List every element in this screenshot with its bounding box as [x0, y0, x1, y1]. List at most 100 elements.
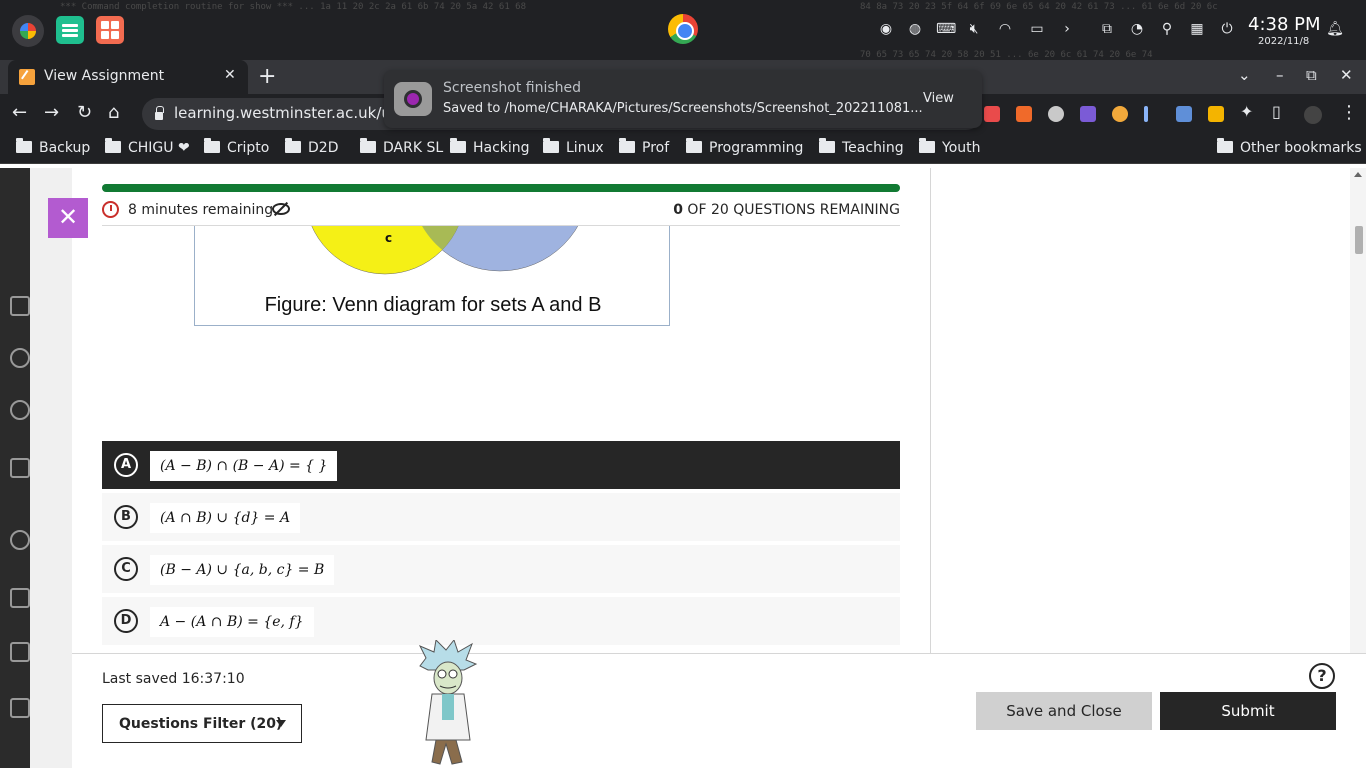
groups-icon[interactable] [10, 530, 30, 550]
option-letter: B [114, 505, 138, 529]
lock-icon[interactable] [155, 106, 164, 120]
chrome-menu-icon[interactable]: ⋮ [1340, 102, 1358, 123]
launcher-icon[interactable] [12, 15, 44, 47]
scroll-up-arrow-icon[interactable] [1354, 172, 1362, 177]
tab-view-assignment[interactable]: View Assignment ✕ [8, 60, 248, 94]
chrome-shelf-icon[interactable] [668, 14, 698, 44]
search-icon[interactable]: ⚲ [1158, 20, 1176, 38]
hide-timer-icon[interactable] [272, 203, 290, 215]
bookmark-folder[interactable]: Youth [919, 138, 981, 156]
reload-icon[interactable]: ↻ [77, 102, 92, 123]
background-terminal-text: 84 8a 73 20 23 5f 64 6f 69 6e 65 64 20 4… [860, 2, 1218, 12]
venn-figure: c Figure: Venn diagram for sets A and B [194, 226, 670, 326]
folder-icon [285, 138, 301, 153]
tray-chrome-icon[interactable]: ◍ [906, 20, 924, 38]
tray-m-icon[interactable]: ◉ [877, 20, 895, 38]
timer-icon [102, 201, 119, 218]
assignment-favicon-icon [19, 69, 35, 85]
answer-option-b[interactable]: B (A ∩ B) ∪ {d} = A [102, 493, 900, 541]
bookmark-folder[interactable]: DARK SL [360, 138, 443, 156]
battery-icon[interactable]: ▭ [1026, 20, 1048, 38]
option-text: (B − A) ∪ {a, b, c} = B [150, 555, 335, 585]
bookmark-label: Hacking [473, 140, 530, 156]
save-and-close-button[interactable]: Save and Close [976, 692, 1152, 730]
other-bookmarks-label: Other bookmarks [1240, 140, 1362, 156]
extension-dots-icon[interactable] [1208, 106, 1224, 122]
bookmark-folder[interactable]: Teaching [819, 138, 904, 156]
power-icon[interactable]: ⏻ [1218, 20, 1236, 38]
bookmark-folder[interactable]: Prof [619, 138, 670, 156]
notification-view-button[interactable]: View [923, 91, 954, 106]
extension-red-icon[interactable] [984, 106, 1000, 122]
forward-icon[interactable]: → [44, 102, 59, 123]
close-panel-button[interactable]: ✕ [48, 198, 88, 238]
bookmark-label: Cripto [227, 140, 270, 156]
caret-down-icon[interactable] [276, 720, 286, 727]
back-icon[interactable]: ← [12, 102, 27, 123]
answer-option-c[interactable]: C (B − A) ∪ {a, b, c} = B [102, 545, 900, 593]
bookmark-folder[interactable]: Backup [16, 138, 90, 156]
keyboard-icon[interactable]: ⌨ [936, 20, 956, 38]
bookmark-label: Prof [642, 140, 670, 156]
folder-icon [619, 138, 635, 153]
clock-time[interactable]: 4:38 PM [1248, 14, 1321, 35]
option-letter: C [114, 557, 138, 581]
cartoon-character-sticker [418, 640, 478, 765]
bookmark-folder[interactable]: Linux [543, 138, 604, 156]
other-bookmarks[interactable]: Other bookmarks [1217, 138, 1362, 156]
extensions-puzzle-icon[interactable]: ✦ [1240, 102, 1253, 121]
bookmark-folder[interactable]: Hacking [450, 138, 530, 156]
side-panel-icon[interactable]: ▯ [1272, 102, 1281, 121]
profile-avatar[interactable] [1304, 106, 1322, 124]
screenshot-notification[interactable] [384, 70, 982, 128]
tab-close-icon[interactable]: ✕ [224, 67, 236, 83]
mute-icon[interactable]: 🔇︎ [965, 20, 983, 38]
apps-grid-icon[interactable] [96, 16, 124, 44]
globe-icon[interactable] [10, 400, 30, 420]
last-saved: Last saved 16:37:10 [102, 671, 245, 687]
tab-title: View Assignment [44, 68, 165, 84]
extension-proxy-icon[interactable] [1176, 106, 1192, 122]
help-icon[interactable]: ? [1309, 663, 1335, 689]
minimize-icon[interactable]: – [1276, 66, 1284, 84]
extension-mushroom-icon[interactable] [1112, 106, 1128, 122]
option-letter: D [114, 609, 138, 633]
extension-cube-icon[interactable] [1080, 106, 1096, 122]
messages-icon[interactable] [10, 642, 30, 662]
url-text[interactable]: learning.westminster.ac.uk/ultr [174, 104, 407, 122]
wifi-icon[interactable]: ◠ [996, 20, 1014, 38]
files-app-icon[interactable] [56, 16, 84, 44]
notification-bell-icon[interactable]: 🔔︎ [1326, 20, 1344, 38]
option-text: (A − B) ∩ (B − A) = { } [150, 451, 338, 481]
submit-button[interactable]: Submit [1160, 692, 1336, 730]
close-window-icon[interactable]: ✕ [1340, 66, 1353, 84]
bookmark-folder[interactable]: D2D [285, 138, 338, 156]
tab-search-icon[interactable]: ⌄ [1238, 66, 1251, 84]
bookmark-label: Linux [566, 140, 604, 156]
profile-icon[interactable] [10, 348, 30, 368]
bookmark-folder[interactable]: CHIGU ❤ [105, 138, 190, 156]
background-terminal-text: 70 65 73 65 74 20 58 20 51 ... 6e 20 6c … [860, 50, 1153, 60]
screen-capture-icon[interactable]: ⧉ [1098, 20, 1116, 38]
ime-keyboard-icon[interactable]: ▦ [1188, 20, 1206, 38]
courses-icon[interactable] [10, 458, 30, 478]
extension-mask-icon[interactable] [1048, 106, 1064, 122]
extension-pen-icon[interactable] [1144, 106, 1148, 122]
home-icon[interactable]: ⌂ [108, 102, 119, 123]
extension-fox-icon[interactable] [1016, 106, 1032, 122]
bookmark-folder[interactable]: Programming [686, 138, 803, 156]
questions-filter-dropdown[interactable]: Questions Filter (20) [102, 704, 302, 743]
bookmark-folder[interactable]: Cripto [204, 138, 270, 156]
answer-option-d[interactable]: D A − (A ∩ B) = {e, f} [102, 597, 900, 645]
scrollbar-thumb[interactable] [1355, 226, 1363, 254]
chevron-right-icon[interactable]: › [1058, 20, 1076, 38]
new-tab-icon[interactable]: + [258, 64, 276, 89]
institution-icon[interactable] [10, 296, 30, 316]
grades-icon[interactable] [10, 698, 30, 718]
bookmark-label: Youth [942, 140, 981, 156]
activity-icon[interactable]: ◔ [1128, 20, 1146, 38]
answer-option-a[interactable]: A (A − B) ∩ (B − A) = { } [102, 441, 900, 489]
maximize-icon[interactable]: ⧉ [1306, 66, 1317, 84]
option-text: A − (A ∩ B) = {e, f} [150, 607, 314, 637]
calendar-icon[interactable] [10, 588, 30, 608]
